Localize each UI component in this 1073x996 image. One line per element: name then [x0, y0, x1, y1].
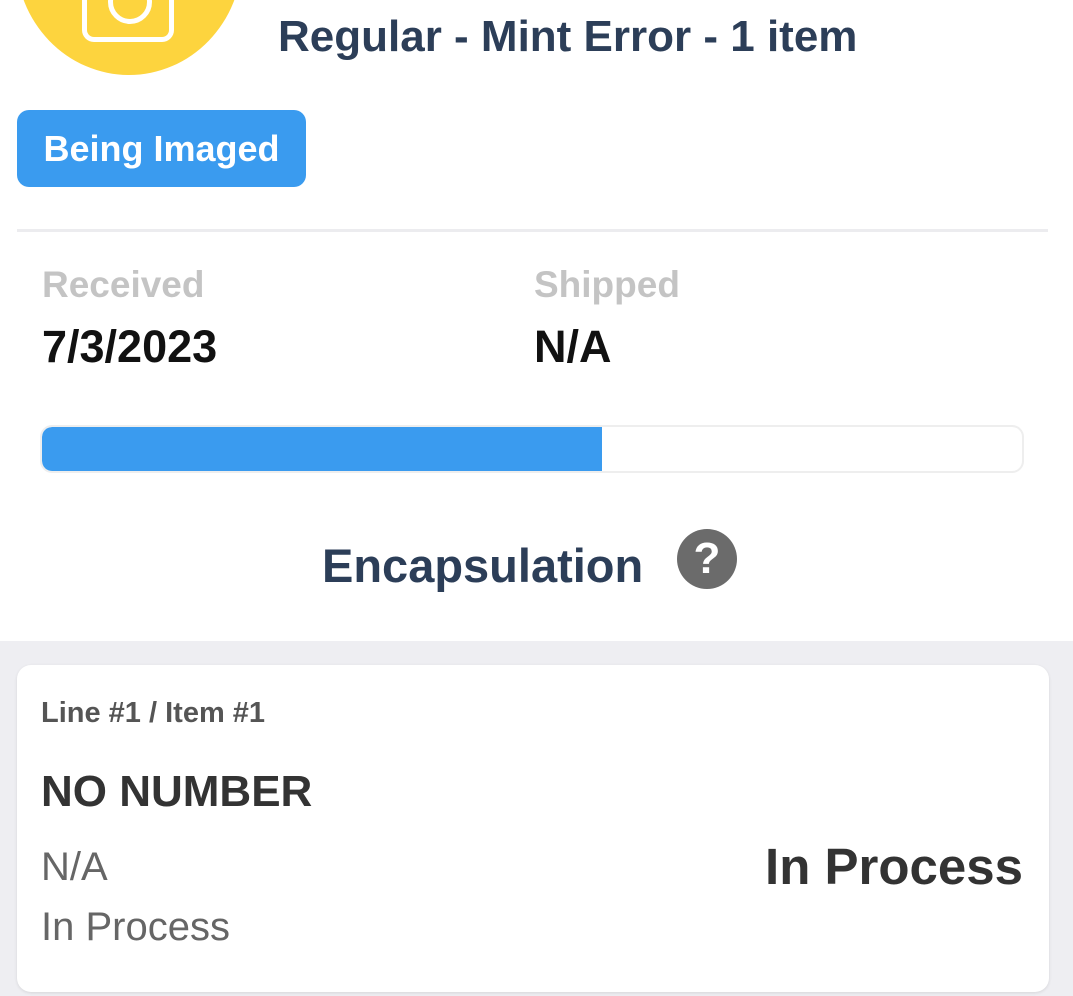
- received-label: Received: [42, 264, 205, 305]
- stage-title: Encapsulation: [322, 539, 644, 592]
- item-detail-status: In Process: [41, 905, 230, 949]
- divider: [17, 229, 1048, 232]
- shipped-label: Shipped: [534, 264, 680, 305]
- order-title: Regular - Mint Error - 1 item: [278, 12, 858, 61]
- received-date: 7/3/2023: [42, 321, 218, 372]
- item-detail-grade: N/A: [41, 845, 108, 889]
- question-circle-icon[interactable]: ?: [677, 529, 737, 589]
- item-line-label: Line #1 / Item #1: [41, 697, 266, 729]
- item-card[interactable]: Line #1 / Item #1 NO NUMBER N/A In Proce…: [17, 665, 1049, 992]
- status-badge: Being Imaged: [17, 110, 306, 187]
- item-status: In Process: [765, 838, 1023, 895]
- progress-fill: [42, 427, 602, 471]
- progress-bar: [40, 425, 1024, 473]
- item-name: NO NUMBER: [41, 767, 313, 816]
- shipped-date: N/A: [534, 321, 612, 372]
- order-avatar: [16, 0, 242, 75]
- order-header: Regular - Mint Error - 1 item Being Imag…: [0, 0, 1073, 641]
